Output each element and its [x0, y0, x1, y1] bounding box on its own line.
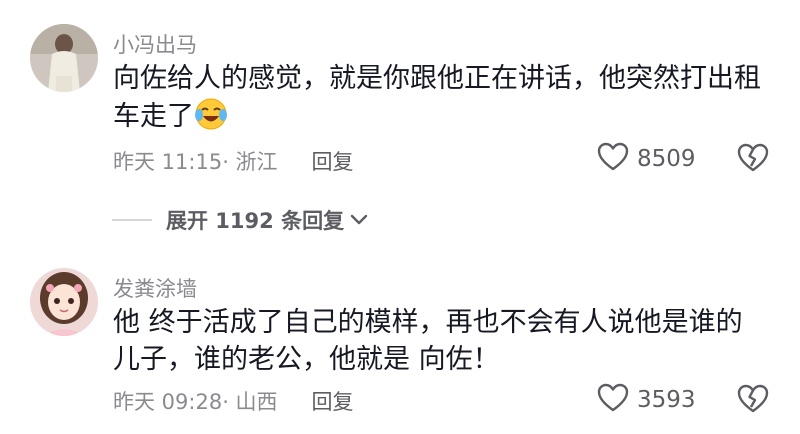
broken-heart-icon [737, 143, 769, 177]
comment-meta: 昨天 11:15· 浙江 回复 [113, 146, 354, 176]
avatar[interactable] [30, 268, 98, 336]
avatar[interactable] [30, 24, 98, 92]
like-count: 3593 [637, 387, 696, 413]
comment-text-line-1: 他 终于活成了自己的模样，再也不会有人说他是谁的 [113, 307, 743, 338]
reply-button[interactable]: 回复 [312, 386, 354, 416]
reply-button[interactable]: 回复 [312, 146, 354, 176]
time-location: 昨天 09:28· 山西 [113, 390, 278, 414]
like-button[interactable]: 3593 [597, 383, 696, 417]
laughing-crying-emoji [194, 97, 228, 131]
comment-text-line-1: 向佐给人的感觉，就是你跟他正在讲话，他突然打出租 [113, 63, 761, 94]
comment-text-line-2: 车走了 [113, 101, 194, 132]
comment-text: 向佐给人的感觉，就是你跟他正在讲话，他突然打出租 车走了 [113, 60, 773, 135]
heart-outline-icon [597, 142, 629, 176]
comment-meta: 昨天 09:28· 山西 回复 [113, 386, 354, 416]
expand-replies-button[interactable]: 展开 1192 条回复 [112, 205, 368, 235]
broken-heart-icon [737, 384, 769, 418]
heart-outline-icon [597, 383, 629, 417]
comment-text: 他 终于活成了自己的模样，再也不会有人说他是谁的 儿子，谁的老公，他就是 向佐！ [113, 304, 773, 378]
dislike-button[interactable] [737, 384, 769, 418]
like-button[interactable]: 8509 [597, 142, 696, 176]
username[interactable]: 小冯出马 [113, 29, 197, 59]
comment-text-line-2: 儿子，谁的老公，他就是 向佐！ [113, 344, 500, 375]
like-count: 8509 [637, 146, 696, 172]
chevron-down-icon [350, 211, 368, 230]
username[interactable]: 发粪涂墙 [113, 273, 197, 303]
time-location: 昨天 11:15· 浙江 [113, 150, 278, 174]
dislike-button[interactable] [737, 143, 769, 177]
expand-replies-label: 展开 1192 条回复 [166, 209, 345, 233]
divider [112, 219, 152, 221]
